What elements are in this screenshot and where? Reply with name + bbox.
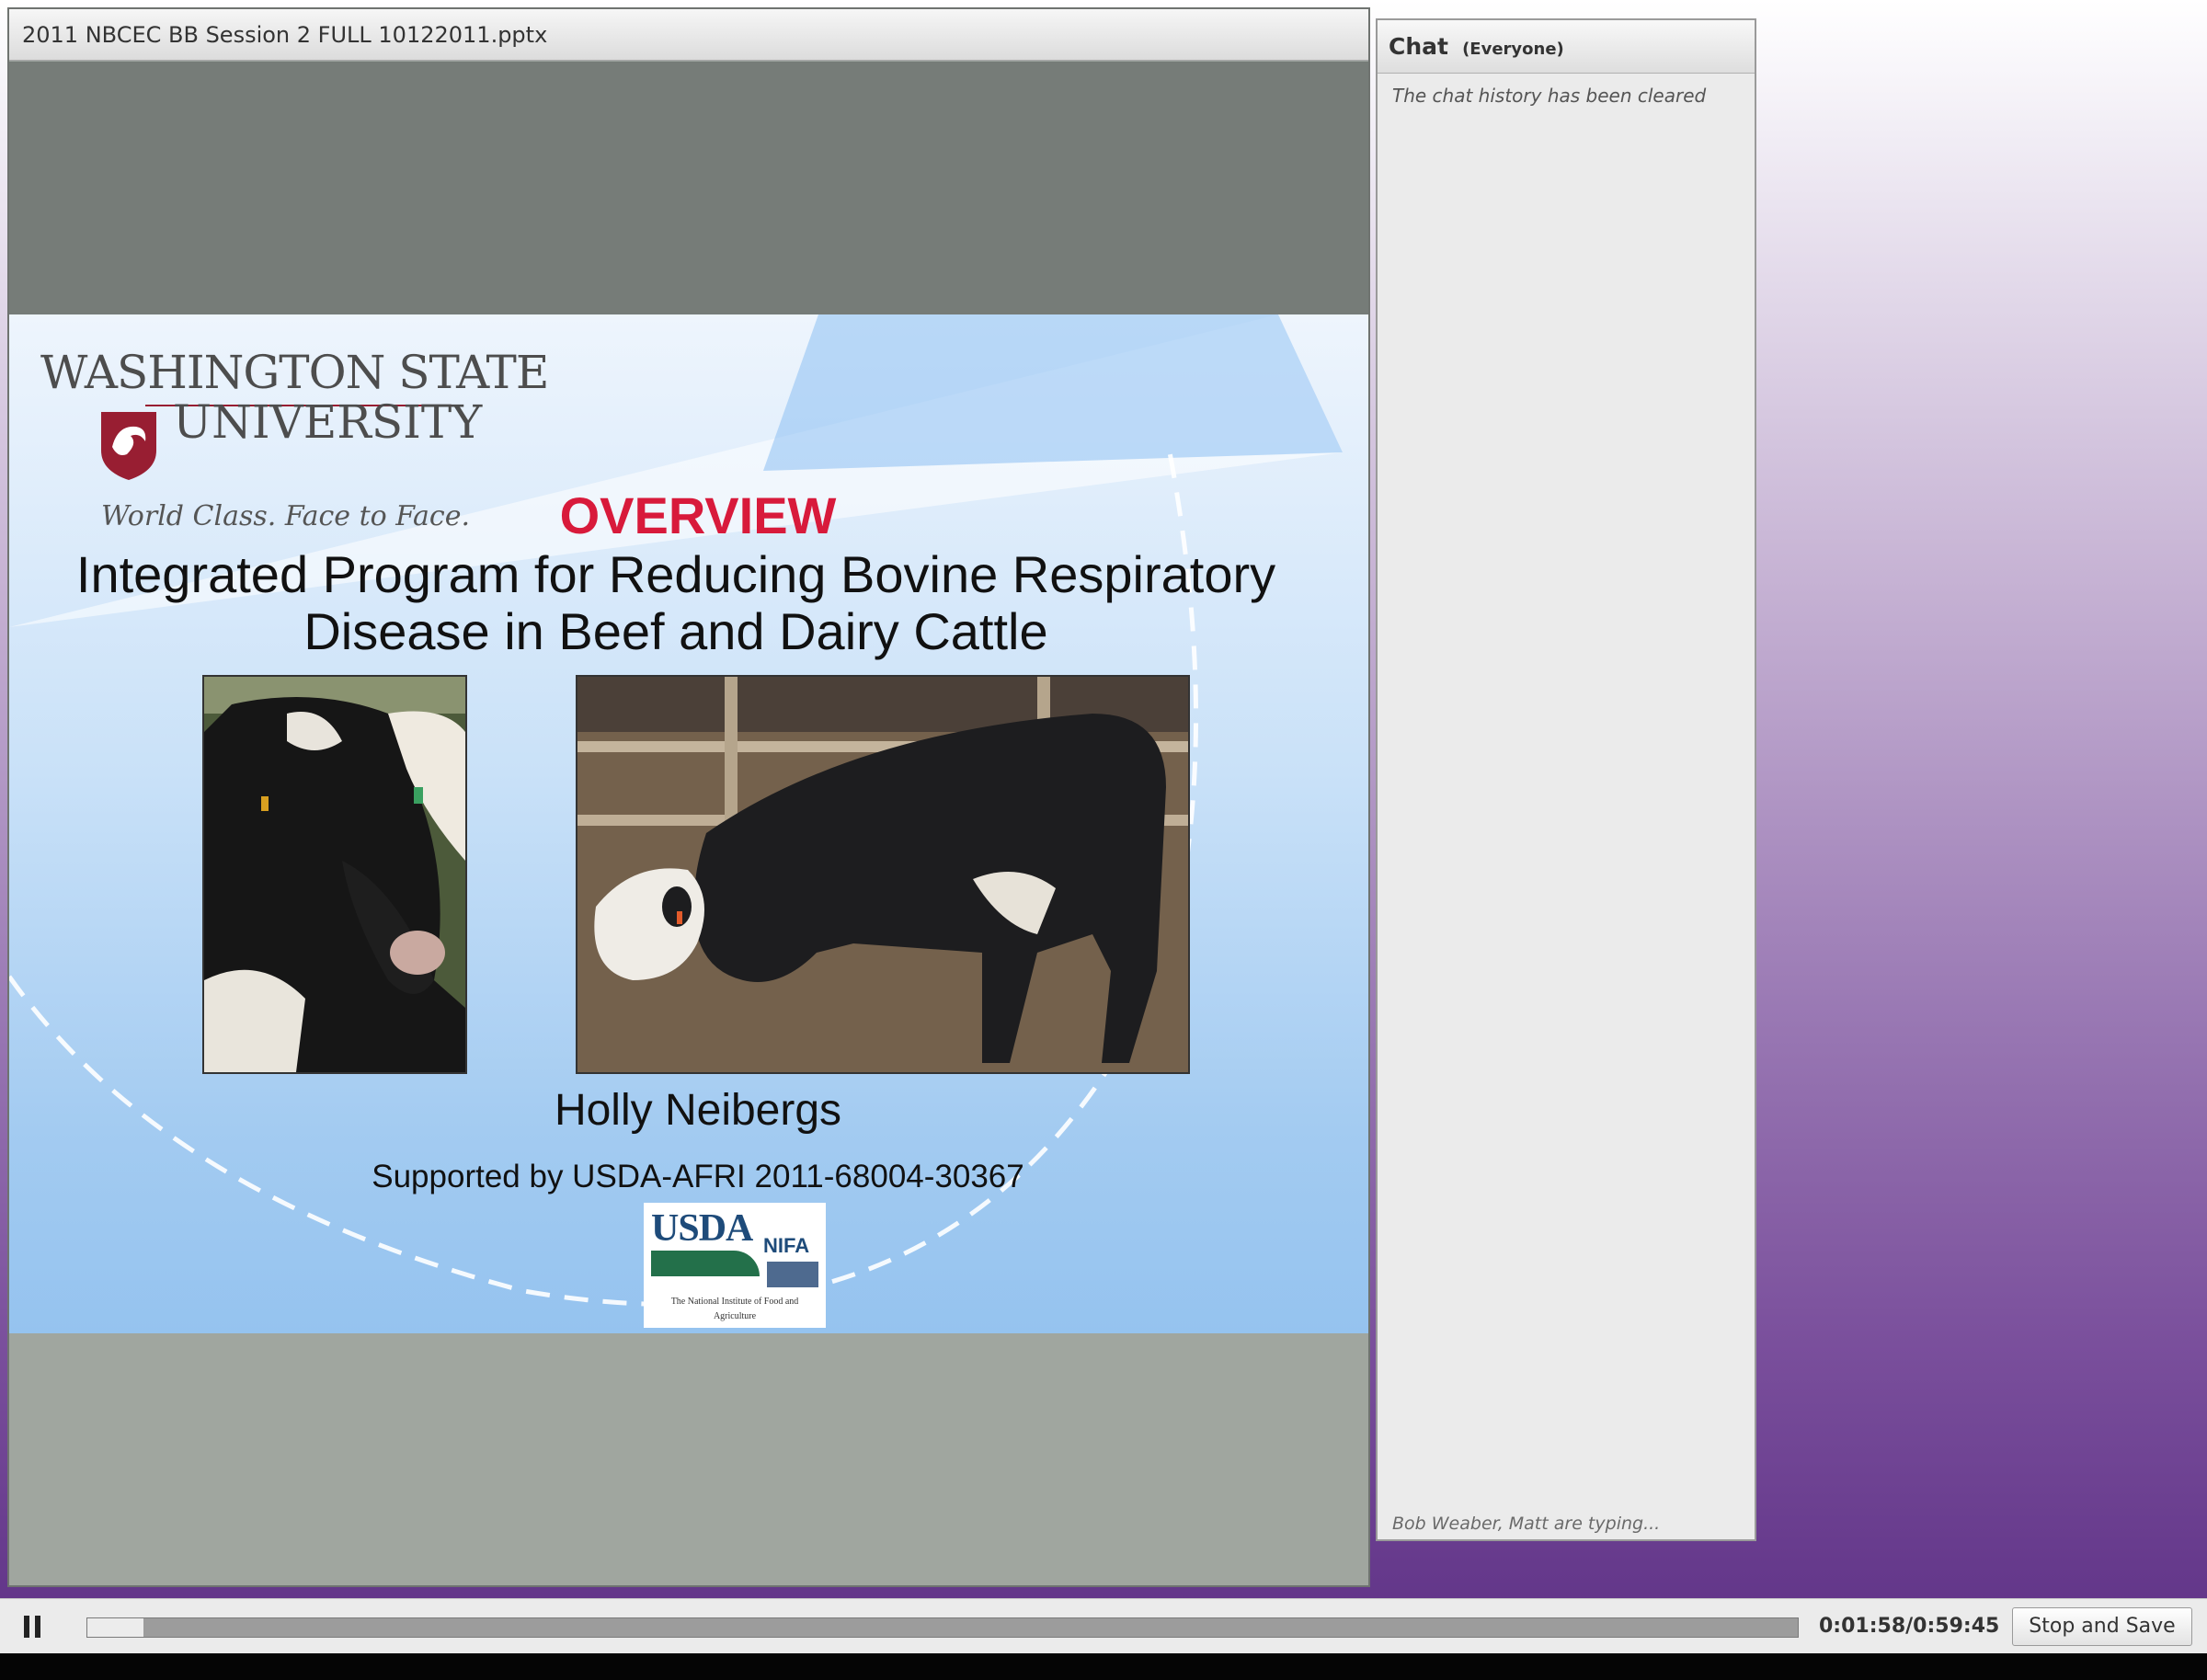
wsu-logo-line1: WASHINGTON STATE (40, 346, 549, 399)
dairy-cow-photo (202, 675, 467, 1074)
usda-nifa-logo: USDA NIFA The National Institute of Food… (644, 1203, 826, 1328)
usda-logo-text: USDA (651, 1207, 753, 1250)
nifa-logo-text: NIFA (763, 1234, 810, 1257)
chat-header: Chat (Everyone) (1378, 20, 1755, 74)
chat-pod: Chat (Everyone) The chat history has bee… (1376, 18, 1756, 1541)
bottom-strip (0, 1653, 2207, 1680)
grant-support: Supported by USDA-AFRI 2011-68004-30367 (372, 1159, 1024, 1194)
chat-scope[interactable]: (Everyone) (1462, 40, 1564, 59)
slide: WASHINGTON STATE UNIVERSITY World Class.… (9, 314, 1368, 1333)
chat-history-message: The chat history has been cleared (1392, 85, 1707, 107)
slide-letterbox-bottom (9, 1333, 1368, 1585)
chat-title: Chat (1389, 33, 1448, 60)
wsu-shield-icon (101, 412, 156, 480)
slide-heading: OVERVIEW (559, 486, 837, 544)
pod-title: 2011 NBCEC BB Session 2 FULL 10122011.pp… (9, 9, 1368, 61)
wsu-logo-line2: UNIVERSITY (173, 395, 483, 449)
pause-icon (24, 1616, 29, 1638)
presentation-pod: 2011 NBCEC BB Session 2 FULL 10122011.pp… (7, 7, 1370, 1587)
playback-progress-fill (87, 1618, 144, 1637)
pause-button[interactable] (18, 1610, 51, 1643)
stop-and-save-button[interactable]: Stop and Save (2012, 1607, 2192, 1646)
playback-time: 0:01:58/0:59:45 (1819, 1615, 2000, 1638)
presenter-name: Holly Neibergs (554, 1086, 842, 1135)
chat-typing-status: Bob Weaber, Matt are typing... (1392, 1514, 1661, 1534)
usda-logo-subtitle: The National Institute of Food and Agric… (670, 1297, 799, 1321)
usda-green-bar (651, 1251, 760, 1276)
slide-title: Integrated Program for Reducing Bovine R… (75, 545, 1276, 660)
playback-bar: 0:01:58/0:59:45 Stop and Save (0, 1598, 2207, 1654)
nifa-blue-bar (767, 1262, 818, 1287)
slide-letterbox-top (9, 62, 1368, 314)
beef-calf-photo (576, 675, 1190, 1074)
playback-progress-track[interactable] (86, 1617, 1799, 1638)
